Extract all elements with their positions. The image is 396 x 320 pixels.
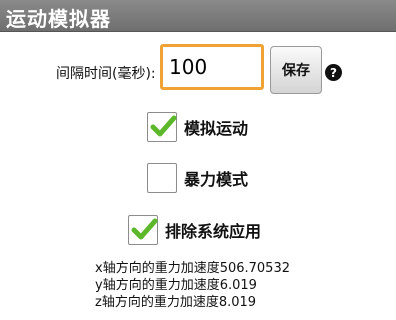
gravity-x-reading: x轴方向的重力加速度506.70532 bbox=[95, 261, 290, 276]
help-icon[interactable]: ? bbox=[325, 64, 342, 81]
option-violent-mode[interactable]: 暴力模式 bbox=[147, 163, 248, 193]
gravity-z-reading: z轴方向的重力加速度8.019 bbox=[95, 295, 257, 310]
exclude-system-apps-checkbox[interactable] bbox=[128, 215, 158, 245]
violent-mode-label: 暴力模式 bbox=[184, 170, 249, 189]
check-icon bbox=[150, 115, 177, 137]
svg-text:?: ? bbox=[330, 66, 337, 80]
interval-input[interactable] bbox=[160, 44, 264, 90]
simulate-motion-label: 模拟运动 bbox=[184, 119, 249, 138]
exclude-system-apps-label: 排除系统应用 bbox=[165, 222, 262, 241]
title-bar: 运动模拟器 bbox=[0, 0, 396, 32]
check-icon bbox=[131, 218, 158, 240]
app-title: 运动模拟器 bbox=[6, 7, 111, 31]
gravity-y-reading: y轴方向的重力加速度6.019 bbox=[95, 278, 257, 293]
interval-label: 间隔时间(毫秒): bbox=[56, 66, 156, 82]
gravity-readings: x轴方向的重力加速度506.70532 y轴方向的重力加速度6.019 z轴方向… bbox=[95, 260, 290, 311]
violent-mode-checkbox[interactable] bbox=[147, 163, 177, 193]
simulate-motion-checkbox[interactable] bbox=[147, 112, 177, 142]
save-button[interactable]: 保存 bbox=[270, 46, 322, 94]
option-simulate-motion[interactable]: 模拟运动 bbox=[147, 112, 248, 142]
option-exclude-system-apps[interactable]: 排除系统应用 bbox=[128, 215, 261, 245]
